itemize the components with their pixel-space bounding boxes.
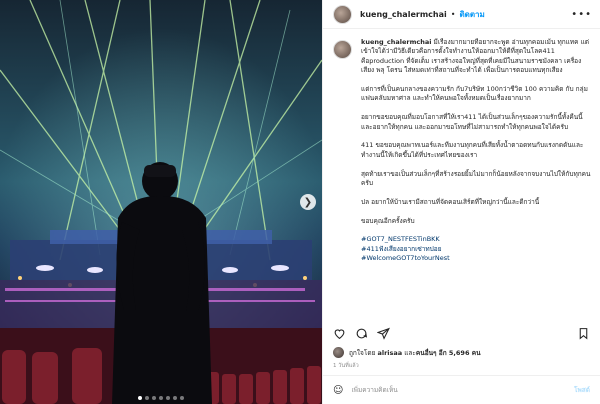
likes-summary[interactable]: ถูกใจโดย alrisaa และ คนอื่นๆ อีก 5,696 คน [333,347,481,358]
post-comment-button[interactable]: โพสต์ [574,385,590,395]
caption-paragraph: สุดท้ายเราขอเป็นส่วนเล็กๆที่สร้างรอยยิ้ม… [361,169,591,188]
heart-icon[interactable] [333,325,346,344]
caption-paragraph: ขอบคุณอีกครั้งครับ [361,216,415,225]
carousel-dot [145,396,149,400]
caption-paragraph: อยากขอขอบคุณที่มอบโอกาสที่ให้เรา411 ได้เ… [361,113,583,131]
chevron-right-icon: ❯ [303,196,313,208]
more-horizontal-icon[interactable]: ••• [571,9,592,20]
carousel-dot [159,396,163,400]
author-avatar[interactable] [333,4,352,24]
caption-paragraph: kueng_chalermchai มีเรื่องมากมายที่อยากจ… [361,38,591,76]
likes-middle: และ [404,348,416,357]
post-photo[interactable]: ❯ [0,0,322,404]
hashtag-link[interactable]: #WelcomeGOT7toYourNest [361,254,591,263]
carousel-dot [180,396,184,400]
instagram-post: ❯ kueng_chalermchai • ติดตาม ••• kueng_c… [0,0,600,404]
caption-paragraph: 411 ขอขอบคุณพาทเนอร์และทีมงานทุกคนที่เสี… [361,141,584,159]
caption-area: kueng_chalermchai มีเรื่องมากมายที่อยากจ… [333,38,594,324]
follow-button[interactable]: ติดตาม [459,8,484,21]
hashtag-link[interactable]: #411ฟังเสียงอยากเซ่าทปอย [361,245,591,254]
post-header: kueng_chalermchai • ติดตาม ••• [323,0,600,29]
action-bar [333,326,590,342]
liker-username[interactable]: alrisaa [377,349,402,357]
hashtag-link[interactable]: #GOT7_NESTFESTinBKK [361,235,591,244]
concert-photo [0,0,322,404]
author-username[interactable]: kueng_chalermchai [360,10,447,19]
carousel-indicator [0,396,322,400]
separator-dot: • [450,9,456,19]
carousel-dot [152,396,156,400]
carousel-dot [138,396,142,400]
carousel-dot [173,396,177,400]
emoji-icon[interactable]: ☺ [333,385,343,396]
caption-paragraph: ปล อยากให้บ้านเรามีสถานที่จัดคอนเสิร์ตที… [361,197,540,206]
caption-avatar[interactable] [333,40,352,59]
comment-bar: ☺ เพิ่มความคิดเห็น โพสต์ [323,375,600,404]
post-side-panel: kueng_chalermchai • ติดตาม ••• kueng_cha… [322,0,600,404]
next-photo-button[interactable]: ❯ [300,194,316,210]
post-timestamp[interactable]: 1 วันที่แล้ว [333,362,359,370]
comment-input[interactable]: เพิ่มความคิดเห็น [351,385,397,395]
likes-count[interactable]: คนอื่นๆ อีก 5,696 คน [416,348,481,358]
carousel-dot [166,396,170,400]
comment-icon[interactable] [355,325,368,344]
bookmark-icon[interactable] [577,325,590,344]
caption-text: kueng_chalermchai มีเรื่องมากมายที่อยากจ… [361,38,591,324]
likes-prefix: ถูกใจโดย [349,348,376,357]
share-icon[interactable] [376,325,390,344]
caption-username[interactable]: kueng_chalermchai [361,38,431,46]
liker-avatar [333,347,344,358]
caption-paragraph: แต่การที่เป็นคนกลางของความรัก กับ7บริษัท… [361,85,588,103]
